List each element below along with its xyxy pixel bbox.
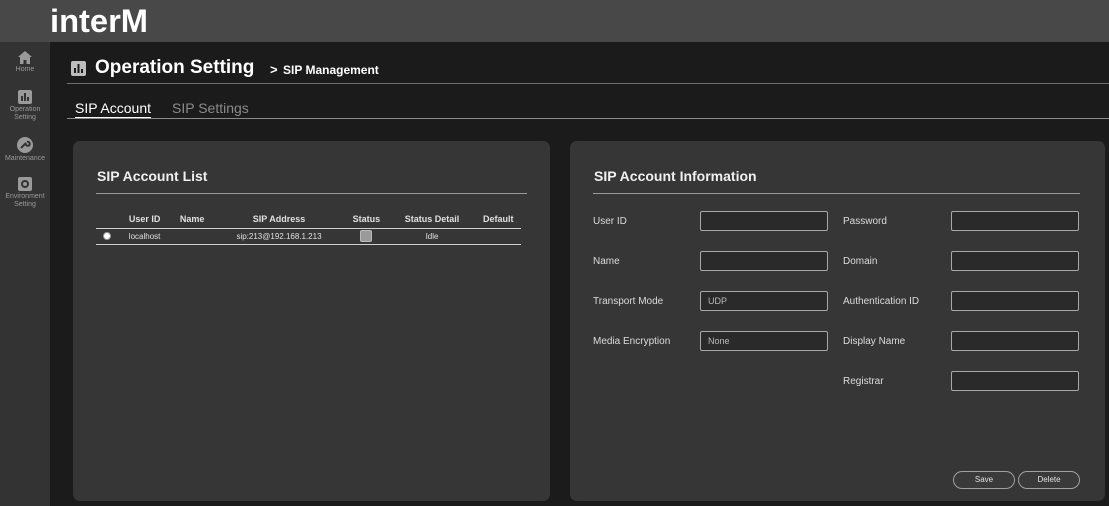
panel-title: SIP Account List xyxy=(97,168,208,184)
breadcrumb-separator: > xyxy=(270,62,278,77)
chart-icon xyxy=(18,90,32,104)
authentication-id-label: Authentication ID xyxy=(843,296,920,307)
table-header-row: User ID Name SIP Address Status Status D… xyxy=(96,211,521,229)
domain-input[interactable] xyxy=(951,251,1079,271)
authentication-id-input[interactable] xyxy=(951,291,1079,311)
user-id-label: User ID xyxy=(593,216,627,227)
svg-text:interM: interM xyxy=(50,3,148,36)
wrench-icon xyxy=(17,137,33,153)
sidebar-item-label: Operation Setting xyxy=(9,106,41,121)
status-indicator xyxy=(360,230,373,242)
page-subtitle: SIP Management xyxy=(283,63,379,77)
cell-status-detail: Idle xyxy=(388,228,476,245)
table-row[interactable]: localhost sip:213@192.168.1.213 Idle xyxy=(96,228,521,245)
top-bar: interM xyxy=(0,0,1109,42)
sip-account-table: User ID Name SIP Address Status Status D… xyxy=(96,211,521,245)
sidebar: Home Operation Setting Maintenance Envir… xyxy=(0,42,50,506)
tabs-divider xyxy=(67,118,1109,119)
name-input[interactable] xyxy=(700,251,828,271)
password-input[interactable] xyxy=(951,211,1079,231)
sidebar-item-label: Environment Setting xyxy=(5,193,45,208)
sip-account-info-panel: SIP Account Information User ID Password… xyxy=(570,141,1105,501)
tab-sip-account[interactable]: SIP Account xyxy=(75,100,152,119)
delete-button[interactable]: Delete xyxy=(1018,471,1080,489)
column-header-sip-address[interactable]: SIP Address xyxy=(213,211,345,229)
password-label: Password xyxy=(843,216,887,227)
home-icon xyxy=(18,51,32,64)
page-title: Operation Setting xyxy=(95,57,255,78)
save-button[interactable]: Save xyxy=(953,471,1015,489)
row-select-cell[interactable] xyxy=(96,228,119,245)
chart-icon xyxy=(71,61,86,76)
cell-user-id: localhost xyxy=(118,228,171,245)
cell-default xyxy=(475,228,521,245)
column-header-status-detail[interactable]: Status Detail xyxy=(388,211,476,229)
user-id-input[interactable] xyxy=(700,211,828,231)
tab-sip-settings[interactable]: SIP Settings xyxy=(172,100,249,116)
sidebar-item-operation-setting[interactable]: Operation Setting xyxy=(0,90,50,122)
interm-logo: interM xyxy=(50,3,148,36)
registrar-input[interactable] xyxy=(951,371,1079,391)
media-encryption-select[interactable] xyxy=(700,331,828,351)
name-label: Name xyxy=(593,256,620,267)
cell-name xyxy=(170,228,214,245)
cell-status xyxy=(344,228,389,245)
settings-icon xyxy=(18,177,32,191)
column-header-user-id[interactable]: User ID xyxy=(118,211,171,229)
column-header-default[interactable]: Default xyxy=(475,211,521,229)
column-header-name[interactable]: Name xyxy=(170,211,214,229)
sidebar-item-home[interactable]: Home xyxy=(0,51,50,74)
column-header-status[interactable]: Status xyxy=(344,211,389,229)
title-divider xyxy=(67,83,1109,84)
domain-label: Domain xyxy=(843,256,878,267)
sidebar-item-label: Maintenance xyxy=(4,155,46,162)
sidebar-item-environment-setting[interactable]: Environment Setting xyxy=(0,177,50,209)
main-content: Operation Setting > SIP Management SIP A… xyxy=(50,42,1109,506)
transport-mode-label: Transport Mode xyxy=(593,296,664,307)
transport-mode-select[interactable] xyxy=(700,291,828,311)
row-select-radio[interactable] xyxy=(103,232,112,241)
media-encryption-label: Media Encryption xyxy=(593,336,671,347)
cell-sip-address: sip:213@192.168.1.213 xyxy=(213,228,345,245)
sidebar-item-label: Home xyxy=(15,66,35,73)
display-name-label: Display Name xyxy=(843,336,906,347)
panel-title: SIP Account Information xyxy=(594,168,757,184)
sip-account-list-panel: SIP Account List User ID Name SIP Addres… xyxy=(73,141,550,501)
panel-divider xyxy=(593,193,1080,194)
panel-divider xyxy=(96,193,527,194)
sidebar-item-maintenance[interactable]: Maintenance xyxy=(0,137,50,163)
column-header-select xyxy=(96,211,119,229)
display-name-input[interactable] xyxy=(951,331,1079,351)
registrar-label: Registrar xyxy=(843,376,884,387)
